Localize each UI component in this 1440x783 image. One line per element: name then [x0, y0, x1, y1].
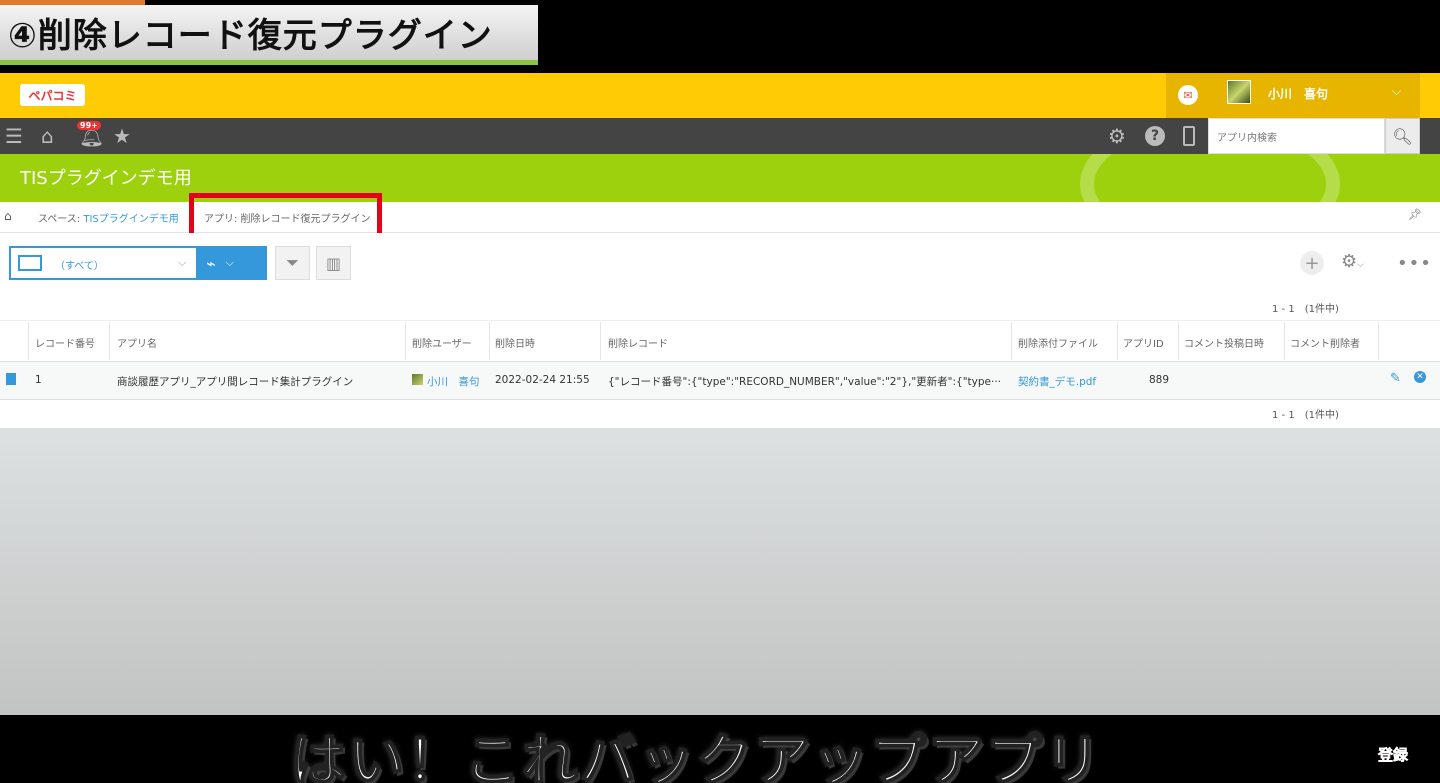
user-name[interactable]: 小川 喜句 [1268, 85, 1328, 102]
video-title: ④削除レコード復元プラグイン [8, 16, 493, 56]
column-divider [600, 322, 601, 360]
chevron-down-icon[interactable]: ⌵ [178, 256, 186, 270]
graph-button[interactable]: ⌁ ⌵ [198, 246, 267, 280]
video-subtitle: はい！これバックアップアプリ [289, 728, 1102, 783]
table-view-icon [18, 255, 42, 271]
line-chart-icon: ⌁ [206, 253, 216, 273]
more-options-icon[interactable]: ••• [1397, 253, 1432, 274]
gear-icon[interactable]: ⚙ [1108, 124, 1126, 148]
column-divider [405, 322, 406, 360]
cell-deleted-by[interactable]: 小川 喜句 [427, 374, 480, 389]
cell-deleted-record: {"レコード番号":{"type":"RECORD_NUMBER","value… [608, 376, 1000, 388]
breadcrumb-space[interactable]: スペース: TISプラグインデモ用 [38, 210, 179, 225]
cell-app-name: 商談履歴アプリ_アプリ間レコード集計プラグイン [117, 376, 354, 388]
mobile-icon[interactable] [1183, 126, 1195, 146]
chevron-down-icon[interactable]: ⌵ [1392, 84, 1401, 99]
column-divider [1284, 322, 1285, 360]
screen: ④削除レコード復元プラグイン ペパコミ ✉ 小川 喜句 ⌵ ☰ ⌂ 🔔︎ 99+… [0, 0, 1440, 783]
app-settings-button[interactable]: ⚙⌵ [1341, 251, 1364, 272]
record-detail-icon[interactable] [6, 373, 16, 385]
pager-top[interactable]: 1 - 1 (1件中) [1272, 300, 1339, 315]
menu-icon[interactable]: ☰ [5, 124, 23, 148]
column-divider [1011, 322, 1012, 360]
delete-icon[interactable]: ✕ [1414, 371, 1426, 383]
cell-app-id: 889 [1149, 374, 1170, 386]
column-header-deleted-record[interactable]: 削除レコード [608, 335, 668, 350]
breadcrumb-space-prefix: スペース: [38, 214, 84, 225]
avatar[interactable] [1227, 80, 1251, 104]
help-icon[interactable]: ? [1145, 126, 1165, 146]
column-divider [1378, 322, 1379, 360]
header-decoration [1080, 154, 1340, 202]
column-header-app-name[interactable]: アプリ名 [117, 335, 157, 350]
empty-area [0, 428, 1440, 715]
cell-attachment[interactable]: 契約書_デモ.pdf [1018, 374, 1096, 389]
breadcrumb-space-link[interactable]: TISプラグインデモ用 [83, 214, 178, 225]
column-divider [489, 322, 490, 360]
pager-bottom[interactable]: 1 - 1 (1件中) [1272, 406, 1339, 421]
column-header-deleted-by[interactable]: 削除ユーザー [412, 335, 472, 350]
cell-record-no: 1 [35, 374, 42, 386]
chevron-down-icon: ⌵ [225, 256, 234, 269]
column-header-attachment[interactable]: 削除添付ファイル [1018, 335, 1098, 350]
add-record-button[interactable]: + [1300, 251, 1324, 275]
column-divider [28, 322, 29, 360]
column-divider [1117, 322, 1118, 360]
subscribe-badge[interactable]: 登録 [1378, 744, 1409, 765]
breadcrumb-home-icon[interactable]: ⌂ [4, 209, 12, 223]
column-header-app-id[interactable]: アプリID [1123, 335, 1164, 350]
column-header-comment-posted-at[interactable]: コメント投稿日時 [1184, 335, 1264, 350]
user-avatar [412, 374, 423, 385]
search-input[interactable]: アプリ内検索 [1208, 118, 1385, 154]
search-icon[interactable]: 🔍︎ [1385, 118, 1420, 154]
column-divider [1178, 322, 1179, 360]
mail-icon[interactable]: ✉ [1178, 85, 1198, 105]
cell-deleted-at: 2022-02-24 21:55 [495, 374, 590, 386]
view-name[interactable]: （すべて） [55, 257, 104, 272]
notification-badge: 99+ [77, 121, 101, 130]
aggregate-button[interactable]: ▥ [316, 246, 351, 280]
column-header-deleted-at[interactable]: 削除日時 [495, 335, 535, 350]
column-divider [109, 322, 110, 360]
space-title: TISプラグインデモ用 [20, 168, 192, 189]
global-header: ペパコミ [0, 73, 1440, 118]
pin-icon[interactable]: 📌︎ [1408, 208, 1422, 221]
filter-button[interactable]: ⏷ [275, 246, 310, 280]
bar-chart-icon: ▥ [325, 253, 342, 273]
star-icon[interactable]: ★ [113, 124, 131, 148]
video-title-banner: ④削除レコード復元プラグイン [0, 5, 538, 65]
column-header-record-no[interactable]: レコード番号 [35, 335, 95, 350]
home-icon[interactable]: ⌂ [41, 124, 54, 148]
edit-icon[interactable]: ✎ [1390, 371, 1401, 386]
logo[interactable]: ペパコミ [20, 84, 85, 106]
column-header-comment-deleted-by[interactable]: コメント削除者 [1290, 335, 1360, 350]
filter-icon: ⏷ [286, 253, 299, 272]
